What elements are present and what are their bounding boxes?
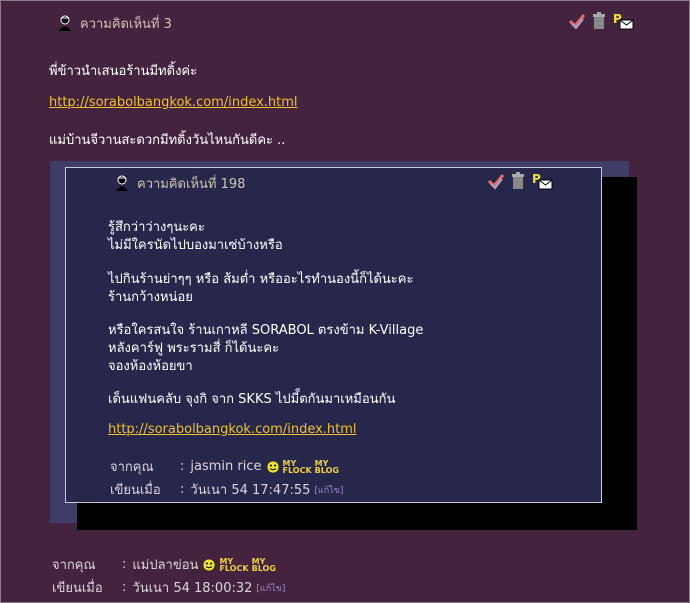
trash-icon[interactable] [590,12,608,30]
comment-author-row: จากคุณ : แม่ปลาข่อน MY FLOCK MY BLOG [52,554,276,575]
myflock-bottom: FLOCK [282,465,312,475]
comment-line: พี่ข้าวนำเสนอร้านมีทดิ้งค่ะ [49,64,198,79]
separator: : [180,482,185,497]
separator: : [180,459,185,474]
post-time: วันเนา 54 18:00:32 [132,581,253,596]
separator: : [122,580,127,595]
quote-actions: P [487,172,553,190]
avatar-icon [116,175,128,191]
quote-line: ร้านกว้างหน่อย [108,290,193,305]
time-label: เขียนเมื่อ [110,483,161,498]
message-icon[interactable]: P [612,12,634,30]
separator: : [122,557,127,572]
myblog-link[interactable]: MY BLOG [251,557,276,573]
comment-time-row: เขียนเมื่อ : วันเนา 54 18:00:32 [แก้ไข] [52,577,285,598]
myflock-link[interactable]: MY FLOCK [282,459,312,475]
comment-title: ความคิดเห็นที่ 3 [80,16,172,32]
myblog-bottom: BLOG [251,563,276,573]
quote-line: จองห้องห้อยขา [108,359,193,374]
quote-time-row: เขียนเมื่อ : วันเนา 54 17:47:55 [แก้ไข] [110,479,343,500]
quote-author-row: จากคุณ : jasmin rice MY FLOCK MY BLOG [110,456,339,477]
edit-link[interactable]: [แก้ไข] [256,581,285,595]
trash-icon[interactable] [509,172,527,190]
avatar-icon [59,15,71,31]
author-name[interactable]: แม่ปลาข่อน [132,554,198,575]
myblog-link[interactable]: MY BLOG [314,459,339,475]
quote-title: ความคิดเห็นที่ 198 [137,176,246,192]
comment-link[interactable]: http://sorabolbangkok.com/index.html [49,95,298,110]
message-icon[interactable]: P [531,172,553,190]
quote-link[interactable]: http://sorabolbangkok.com/index.html [108,422,357,437]
check-icon[interactable] [568,12,586,30]
myflock-link[interactable]: MY FLOCK [219,557,249,573]
comment-header: ความคิดเห็นที่ 3 [56,12,172,34]
comment-line: แม่บ้านจีวานสะดวกมีทดิ้งวันไหนกันดีคะ .. [49,133,286,148]
author-label: จากคุณ [52,558,96,573]
smiley-icon [203,558,216,571]
check-icon[interactable] [487,172,505,190]
myblog-bottom: BLOG [314,465,339,475]
post-time: วันเนา 54 17:47:55 [190,483,311,498]
author-name[interactable]: jasmin rice [190,459,261,474]
edit-link[interactable]: [แก้ไข] [314,483,343,497]
quote-line: ไม่มีใครนัดไปบองมาเซ่บ้างหรือ [108,238,283,253]
quote-line: เด็นแฟนคลับ จุงกิ จาก SKKS ไปมี็ตกันมาเห… [108,392,396,407]
quote-header: ความคิดเห็นที่ 198 [113,172,245,194]
comment-actions: P [568,12,634,30]
author-label: จากคุณ [110,460,154,475]
smiley-icon [266,460,279,473]
myflock-bottom: FLOCK [219,563,249,573]
time-label: เขียนเมื่อ [52,581,103,596]
